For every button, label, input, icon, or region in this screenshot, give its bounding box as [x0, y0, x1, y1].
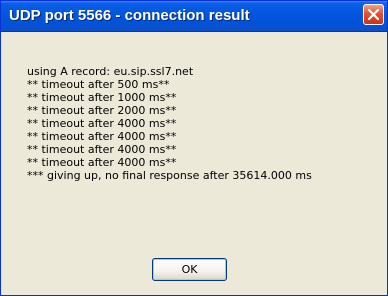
message-line: ** timeout after 4000 ms**	[27, 156, 177, 169]
message-line: ** timeout after 2000 ms**	[27, 104, 177, 117]
message-line: ** timeout after 1000 ms**	[27, 91, 177, 104]
message-line: using A record: eu.sip.ssl7.net	[27, 65, 194, 78]
close-icon	[367, 8, 380, 21]
message-line: ** timeout after 4000 ms**	[27, 130, 177, 143]
dialog-window: UDP port 5566 - connection result using …	[0, 0, 388, 296]
ok-button[interactable]: OK	[152, 258, 227, 281]
message-line: *** giving up, no final response after 3…	[27, 169, 312, 182]
message-line: ** timeout after 500 ms**	[27, 78, 170, 91]
dialog-title: UDP port 5566 - connection result	[9, 7, 250, 24]
dialog-body: using A record: eu.sip.ssl7.net ** timeo…	[4, 32, 384, 292]
message-line: ** timeout after 4000 ms**	[27, 117, 177, 130]
close-button[interactable]	[363, 4, 384, 25]
message-line: ** timeout after 4000 ms**	[27, 143, 177, 156]
title-bar[interactable]: UDP port 5566 - connection result	[1, 1, 387, 32]
message-text: using A record: eu.sip.ssl7.net ** timeo…	[27, 65, 380, 182]
